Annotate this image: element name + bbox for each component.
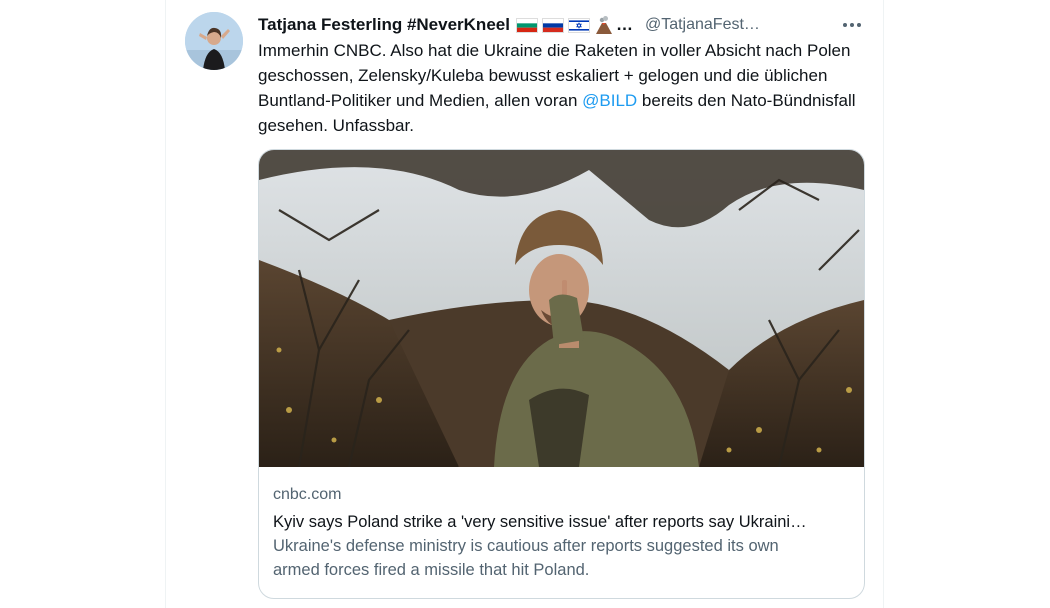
tweet-header: Tatjana Festerling #NeverKneel … @Tatjan…	[258, 13, 868, 37]
card-image	[259, 150, 864, 467]
mention-link[interactable]: @BILD	[582, 91, 637, 110]
russia-flag-icon	[541, 17, 564, 33]
card-description-line-1: Ukraine's defense ministry is cautious a…	[273, 537, 779, 555]
more-options-button[interactable]	[839, 12, 865, 38]
more-horizontal-icon	[843, 23, 847, 27]
more-horizontal-icon-dot	[850, 23, 854, 27]
card-domain: cnbc.com	[273, 486, 342, 503]
name-truncation-ellipsis: …	[615, 15, 633, 34]
avatar[interactable]	[185, 12, 243, 70]
display-name[interactable]: Tatjana Festerling #NeverKneel	[258, 15, 510, 35]
user-handle[interactable]: @TatjanaFest…	[645, 16, 760, 34]
volcano-icon	[595, 16, 612, 34]
tweet[interactable]: Tatjana Festerling #NeverKneel … @Tatjan…	[166, 0, 883, 608]
card-description-line-2: armed forces fired a missile that hit Po…	[273, 561, 590, 579]
timeline-right-border	[883, 0, 884, 608]
tweet-text: Immerhin CNBC. Also hat die Ukraine die …	[258, 38, 858, 138]
link-card[interactable]: cnbc.com Kyiv says Poland strike a 'very…	[258, 149, 865, 599]
israel-flag-icon	[567, 17, 590, 33]
name-emoji-group	[515, 15, 614, 35]
avatar-photo	[185, 12, 243, 70]
card-meta: cnbc.com Kyiv says Poland strike a 'very…	[273, 484, 853, 582]
more-horizontal-icon-dot	[857, 23, 861, 27]
card-title: Kyiv says Poland strike a 'very sensitiv…	[273, 513, 807, 531]
bulgaria-flag-icon	[515, 17, 538, 33]
